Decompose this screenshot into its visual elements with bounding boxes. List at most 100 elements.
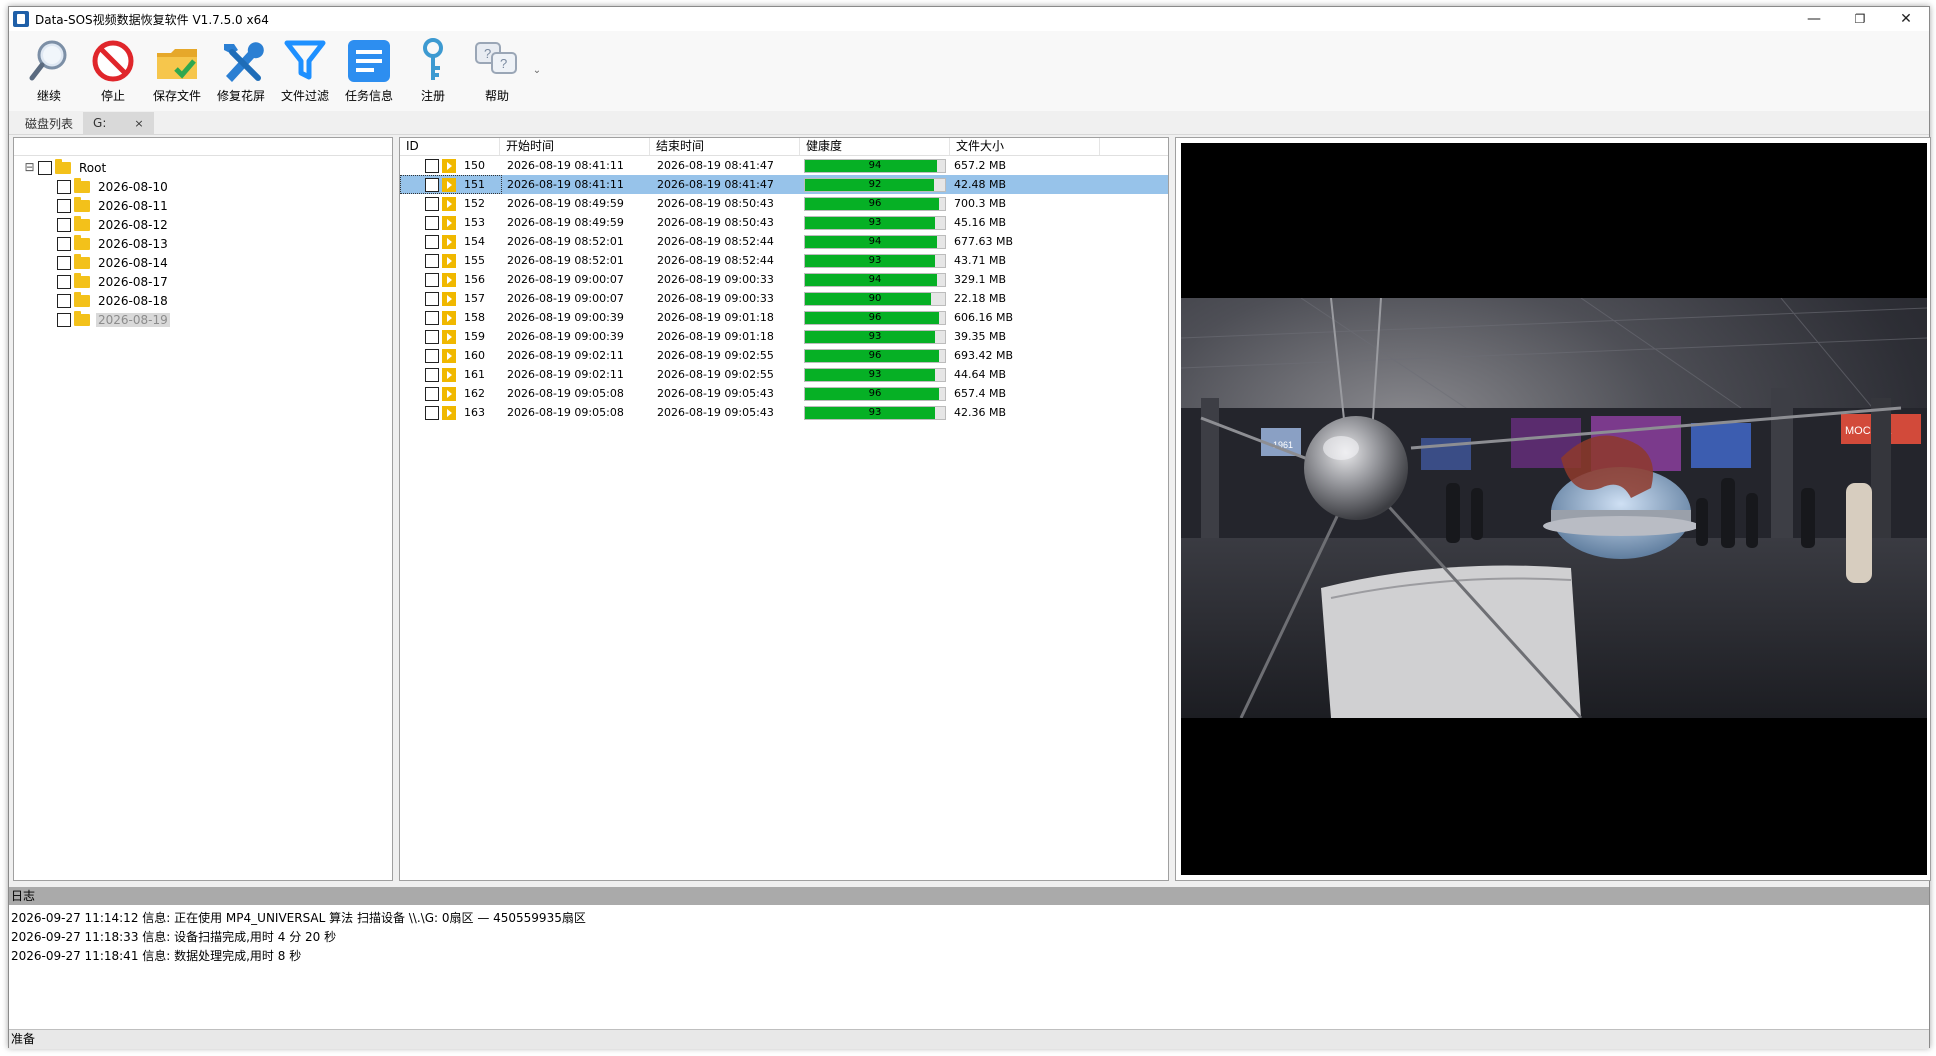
video-file-icon [442, 310, 456, 325]
cell-id: 152 [400, 196, 500, 211]
cell-end-time: 2026-08-19 08:50:43 [657, 197, 774, 210]
cell-health: 94 [800, 158, 950, 173]
health-progress-bar: 96 [804, 196, 946, 211]
log-line: 2026-09-27 11:18:41 信息: 数据处理完成,用时 8 秒 [11, 949, 302, 963]
table-row[interactable]: 156 2026-08-19 09:00:07 2026-08-19 09:00:3… [400, 270, 1168, 289]
health-progress-bar: 96 [804, 348, 946, 363]
tree-node-date[interactable]: 2026-08-11 [14, 196, 392, 215]
tree-node-date[interactable]: 2026-08-17 [14, 272, 392, 291]
row-checkbox[interactable] [425, 253, 439, 268]
column-header-end-time[interactable]: 结束时间 [650, 138, 800, 155]
tree-node-label: 2026-08-10 [98, 179, 168, 194]
collapse-icon[interactable]: ⊟ [24, 161, 35, 173]
column-header-id[interactable]: ID [400, 138, 500, 155]
row-checkbox[interactable] [425, 329, 439, 344]
cell-start-time: 2026-08-19 09:02:11 [507, 368, 624, 381]
minimize-button[interactable]: — [1791, 7, 1837, 31]
folder-icon [55, 158, 71, 174]
health-progress-bar: 94 [804, 234, 946, 249]
restore-button[interactable]: ❐ [1837, 7, 1883, 31]
table-row[interactable]: 158 2026-08-19 09:00:39 2026-08-19 09:01:1… [400, 308, 1168, 327]
cell-end-time: 2026-08-19 08:41:47 [657, 178, 774, 191]
cell-health: 96 [800, 310, 950, 325]
video-file-icon [442, 196, 456, 211]
row-checkbox[interactable] [425, 234, 439, 249]
row-checkbox[interactable] [425, 291, 439, 306]
toolbar: 继续 停止 保存文件 修复花屏 文件过滤 任务信息 注册 ? ? 帮助 ⌄ [9, 31, 1929, 111]
stop-button[interactable]: 停止 [81, 31, 145, 109]
row-checkbox[interactable] [425, 310, 439, 325]
toolbar-more-chevron-down-icon[interactable]: ⌄ [529, 31, 545, 109]
close-button[interactable]: ✕ [1883, 7, 1929, 31]
table-row[interactable]: 157 2026-08-19 09:00:07 2026-08-19 09:00:3… [400, 289, 1168, 308]
tree-checkbox[interactable] [57, 179, 71, 194]
cell-end-time: 2026-08-19 09:01:18 [657, 330, 774, 343]
column-header-health[interactable]: 健康度 [800, 138, 950, 155]
tree-node-root[interactable]: ⊟ Root [14, 158, 392, 177]
help-button[interactable]: ?? 帮助 [465, 31, 529, 109]
column-header-start-time[interactable]: 开始时间 [500, 138, 650, 155]
table-row[interactable]: 162 2026-08-19 09:05:08 2026-08-19 09:05:4… [400, 384, 1168, 403]
row-checkbox[interactable] [425, 272, 439, 287]
row-checkbox[interactable] [425, 386, 439, 401]
register-button[interactable]: 注册 [401, 31, 465, 109]
tree-checkbox[interactable] [57, 217, 71, 232]
table-row[interactable]: 152 2026-08-19 08:49:59 2026-08-19 08:50:4… [400, 194, 1168, 213]
folder-tree-pane: ⊟ Root 2026-08-10 2026-08-11 2026-08-12 202… [13, 137, 393, 881]
cell-end-time: 2026-08-19 09:00:33 [657, 273, 774, 286]
row-checkbox[interactable] [425, 367, 439, 382]
tree-node-date[interactable]: 2026-08-12 [14, 215, 392, 234]
save-file-button[interactable]: 保存文件 [145, 31, 209, 109]
file-filter-button[interactable]: 文件过滤 [273, 31, 337, 109]
tree-node-date[interactable]: 2026-08-10 [14, 177, 392, 196]
cell-end-time: 2026-08-19 09:01:18 [657, 311, 774, 324]
tree-checkbox[interactable] [57, 236, 71, 251]
tree-checkbox[interactable] [57, 274, 71, 289]
table-row[interactable]: 159 2026-08-19 09:00:39 2026-08-19 09:01:1… [400, 327, 1168, 346]
table-row[interactable]: 154 2026-08-19 08:52:01 2026-08-19 08:52:4… [400, 232, 1168, 251]
tree-node-date[interactable]: 2026-08-18 [14, 291, 392, 310]
tab-drive-g[interactable]: G: × [83, 112, 154, 134]
row-checkbox[interactable] [425, 196, 439, 211]
video-file-icon [442, 158, 456, 173]
cell-id: 151 [400, 177, 500, 192]
tree-checkbox[interactable] [57, 312, 71, 327]
row-checkbox[interactable] [425, 405, 439, 420]
table-row[interactable]: 151 2026-08-19 08:41:11 2026-08-19 08:41:4… [400, 175, 1168, 194]
table-row[interactable]: 150 2026-08-19 08:41:11 2026-08-19 08:41:4… [400, 156, 1168, 175]
cell-id: 156 [400, 272, 500, 287]
cell-id: 154 [400, 234, 500, 249]
tree-checkbox[interactable] [57, 255, 71, 270]
tab-close-icon[interactable]: × [134, 117, 143, 130]
filter-icon [281, 37, 329, 85]
table-row[interactable]: 153 2026-08-19 08:49:59 2026-08-19 08:50:4… [400, 213, 1168, 232]
table-row[interactable]: 155 2026-08-19 08:52:01 2026-08-19 08:52:4… [400, 251, 1168, 270]
tree-node-date[interactable]: 2026-08-14 [14, 253, 392, 272]
health-value: 92 [868, 178, 882, 190]
row-checkbox[interactable] [425, 215, 439, 230]
row-checkbox[interactable] [425, 348, 439, 363]
tree-checkbox-root[interactable] [38, 160, 52, 175]
tree-checkbox[interactable] [57, 198, 71, 213]
health-progress-bar: 93 [804, 253, 946, 268]
video-scene-image: МОСКВА 1961 [1181, 298, 1927, 718]
tree-node-date[interactable]: 2026-08-19 [14, 310, 392, 329]
tree-node-label: 2026-08-17 [98, 274, 168, 289]
task-info-button[interactable]: 任务信息 [337, 31, 401, 109]
tree-checkbox[interactable] [57, 293, 71, 308]
video-preview[interactable]: МОСКВА 1961 [1181, 143, 1927, 875]
tree-node-date[interactable]: 2026-08-13 [14, 234, 392, 253]
table-row[interactable]: 163 2026-08-19 09:05:08 2026-08-19 09:05:4… [400, 403, 1168, 422]
repair-screen-button[interactable]: 修复花屏 [209, 31, 273, 109]
cell-id: 158 [400, 310, 500, 325]
log-panel: 2026-09-27 11:14:12 信息: 正在使用 MP4_UNIVERS… [9, 905, 1929, 1029]
tab-disk-list[interactable]: 磁盘列表 [15, 112, 83, 134]
folder-icon [74, 196, 90, 212]
row-checkbox[interactable] [425, 158, 439, 173]
row-checkbox[interactable] [425, 177, 439, 192]
continue-button[interactable]: 继续 [17, 31, 81, 109]
table-row[interactable]: 160 2026-08-19 09:02:11 2026-08-19 09:02:5… [400, 346, 1168, 365]
column-header-file-size[interactable]: 文件大小 [950, 138, 1100, 155]
cell-end-time: 2026-08-19 08:52:44 [657, 254, 774, 267]
table-row[interactable]: 161 2026-08-19 09:02:11 2026-08-19 09:02:5… [400, 365, 1168, 384]
